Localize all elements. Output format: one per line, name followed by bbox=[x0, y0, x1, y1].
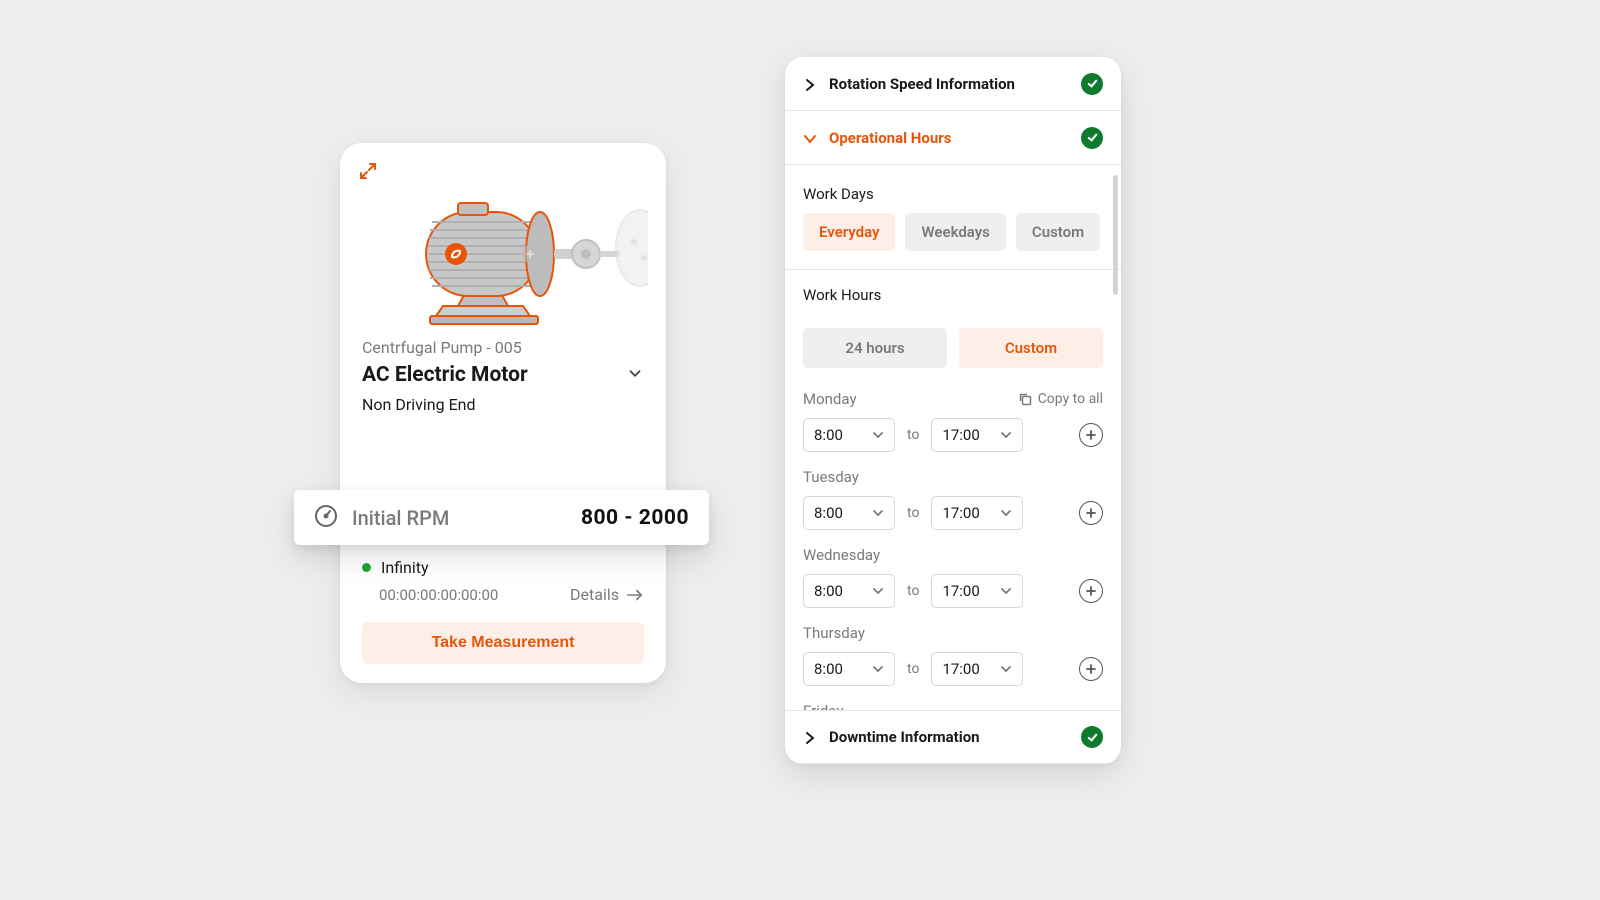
add-time-range-button[interactable] bbox=[1079, 657, 1103, 681]
take-measurement-button[interactable]: Take Measurement bbox=[362, 622, 644, 664]
time-to-select[interactable]: 17:00 bbox=[931, 652, 1023, 686]
workhours-24h-option[interactable]: 24 hours bbox=[803, 328, 947, 368]
time-to-select[interactable]: 17:00 bbox=[931, 574, 1023, 608]
motor-illustration bbox=[340, 143, 666, 338]
add-time-range-button[interactable] bbox=[1079, 501, 1103, 525]
day-block: Monday Copy to all 8:00 to 17:00 bbox=[785, 374, 1121, 452]
workhours-segmented: 24 hours Custom bbox=[785, 314, 1121, 374]
workdays-everyday-option[interactable]: Everyday bbox=[803, 213, 895, 251]
time-from-select[interactable]: 8:00 bbox=[803, 652, 895, 686]
to-label: to bbox=[907, 661, 919, 677]
accordion-title: Rotation Speed Information bbox=[829, 75, 1069, 93]
motor-card: Centrfugal Pump - 005 AC Electric Motor … bbox=[340, 143, 666, 683]
scrollbar[interactable] bbox=[1113, 175, 1118, 700]
day-name: Tuesday bbox=[803, 468, 859, 486]
rpm-card: Initial RPM 800 - 2000 bbox=[294, 490, 709, 545]
workdays-custom-option[interactable]: Custom bbox=[1016, 213, 1100, 251]
asset-title: AC Electric Motor bbox=[362, 363, 528, 387]
workdays-weekdays-option[interactable]: Weekdays bbox=[905, 213, 1005, 251]
time-to-select[interactable]: 17:00 bbox=[931, 418, 1023, 452]
day-block: Tuesday 8:00 to 17:00 bbox=[785, 452, 1121, 530]
accordion-downtime[interactable]: Downtime Information bbox=[785, 710, 1121, 764]
check-icon bbox=[1081, 726, 1103, 748]
accordion-title: Operational Hours bbox=[829, 129, 1069, 147]
rpm-value: 800 - 2000 bbox=[581, 506, 689, 530]
day-name: Monday bbox=[803, 390, 857, 408]
asset-subtitle: Non Driving End bbox=[362, 395, 644, 414]
time-from-select[interactable]: 8:00 bbox=[803, 496, 895, 530]
workdays-segmented: Everyday Weekdays Custom bbox=[785, 213, 1121, 269]
day-block: Wednesday 8:00 to 17:00 bbox=[785, 530, 1121, 608]
time-from-select[interactable]: 8:00 bbox=[803, 418, 895, 452]
to-label: to bbox=[907, 427, 919, 443]
accordion-rotation-speed[interactable]: Rotation Speed Information bbox=[785, 57, 1121, 111]
copy-to-all-button[interactable]: Copy to all bbox=[1018, 391, 1103, 407]
add-time-range-button[interactable] bbox=[1079, 423, 1103, 447]
asset-id: Centrfugal Pump - 005 bbox=[362, 338, 644, 357]
to-label: to bbox=[907, 583, 919, 599]
details-link[interactable]: Details bbox=[570, 585, 644, 604]
settings-panel: Rotation Speed Information Operational H… bbox=[785, 57, 1121, 764]
day-name: Thursday bbox=[803, 624, 865, 642]
workhours-custom-option[interactable]: Custom bbox=[959, 328, 1103, 368]
day-block: Thursday 8:00 to 17:00 bbox=[785, 608, 1121, 686]
day-name: Friday bbox=[803, 702, 843, 710]
check-icon bbox=[1081, 73, 1103, 95]
expand-icon[interactable] bbox=[358, 161, 378, 181]
gauge-icon bbox=[314, 504, 338, 532]
infinity-label: Infinity bbox=[381, 558, 429, 577]
day-block: Friday bbox=[785, 686, 1121, 710]
status-dot bbox=[362, 563, 371, 572]
chevron-down-icon bbox=[803, 131, 817, 145]
to-label: to bbox=[907, 505, 919, 521]
rpm-label: Initial RPM bbox=[352, 506, 581, 530]
day-name: Wednesday bbox=[803, 546, 880, 564]
time-from-select[interactable]: 8:00 bbox=[803, 574, 895, 608]
accordion-title: Downtime Information bbox=[829, 728, 1069, 746]
check-icon bbox=[1081, 127, 1103, 149]
chevron-down-icon[interactable] bbox=[626, 364, 644, 386]
time-to-select[interactable]: 17:00 bbox=[931, 496, 1023, 530]
accordion-operational-hours[interactable]: Operational Hours bbox=[785, 111, 1121, 165]
add-time-range-button[interactable] bbox=[1079, 579, 1103, 603]
chevron-right-icon bbox=[803, 730, 817, 744]
workhours-label: Work Hours bbox=[785, 270, 1121, 314]
workdays-label: Work Days bbox=[785, 165, 1121, 213]
chevron-right-icon bbox=[803, 77, 817, 91]
mac-address: 00:00:00:00:00:00 bbox=[379, 586, 498, 604]
